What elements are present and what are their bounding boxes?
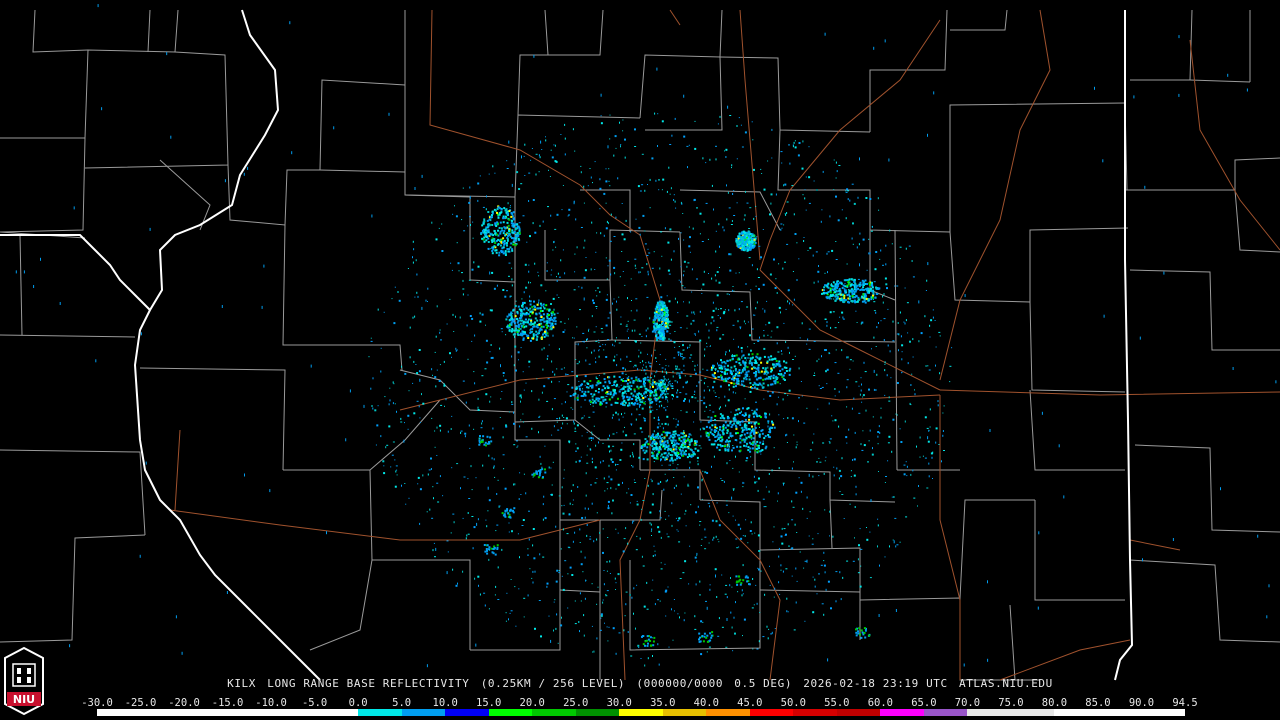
scale-swatch bbox=[619, 709, 663, 716]
product-code: (000000/0000 bbox=[636, 677, 724, 690]
scale-label: 90.0 bbox=[1128, 697, 1155, 709]
product-name: LONG RANGE BASE REFLECTIVITY bbox=[267, 677, 470, 690]
scale-label: 30.0 bbox=[606, 697, 632, 709]
radar-site-marker bbox=[658, 383, 662, 387]
site-url: ATLAS.NIU.EDU bbox=[958, 677, 1053, 690]
scale-swatch bbox=[706, 709, 750, 716]
scale-label: 94.5 bbox=[1172, 697, 1198, 709]
scale-swatch bbox=[923, 709, 968, 716]
niu-logo-text: NIU bbox=[13, 693, 35, 706]
scale-swatch bbox=[1054, 709, 1098, 716]
scale-label: 80.0 bbox=[1041, 697, 1068, 709]
radar-map bbox=[0, 0, 1280, 720]
scale-label: -15.0 bbox=[211, 697, 244, 709]
scale-swatch bbox=[97, 709, 141, 716]
scale-label: 10.0 bbox=[432, 697, 458, 709]
scale-swatch bbox=[836, 709, 881, 716]
scan-datetime: 2026-02-18 23:19 UTC bbox=[803, 677, 948, 690]
scale-label: 65.0 bbox=[911, 697, 937, 709]
scale-swatch bbox=[1141, 709, 1185, 716]
scale-swatch bbox=[140, 709, 185, 716]
color-scale-bar bbox=[97, 709, 1185, 716]
scale-swatch bbox=[532, 709, 576, 716]
scale-swatch bbox=[1010, 709, 1055, 716]
scale-swatch bbox=[488, 709, 533, 716]
scale-swatch bbox=[227, 709, 272, 716]
scale-label: 70.0 bbox=[954, 697, 981, 709]
station-id: KILX bbox=[227, 677, 256, 690]
scale-label: 0.0 bbox=[348, 697, 368, 709]
scale-label: 75.0 bbox=[998, 697, 1024, 709]
scale-label: 35.0 bbox=[650, 697, 676, 709]
scale-label: 5.0 bbox=[392, 697, 412, 709]
scale-label: -20.0 bbox=[168, 697, 200, 709]
scale-label: 20.0 bbox=[519, 697, 545, 709]
product-caption: KILX LONG RANGE BASE REFLECTIVITY (0.25K… bbox=[0, 677, 1280, 690]
scale-label: -25.0 bbox=[124, 697, 157, 709]
elevation-angle: 0.5 DEG) bbox=[734, 677, 793, 690]
scale-label: -10.0 bbox=[255, 697, 287, 709]
scale-label: 55.0 bbox=[824, 697, 850, 709]
scale-label: 50.0 bbox=[780, 697, 806, 709]
scale-swatch bbox=[184, 709, 228, 716]
scale-swatch bbox=[358, 709, 402, 716]
scale-swatch bbox=[662, 709, 707, 716]
scale-label: 45.0 bbox=[737, 697, 763, 709]
scale-swatch bbox=[271, 709, 315, 716]
resolution: (0.25KM / 256 LEVEL) bbox=[480, 677, 626, 690]
scale-swatch bbox=[401, 709, 446, 716]
scale-swatch bbox=[445, 709, 489, 716]
scale-swatch bbox=[749, 709, 794, 716]
scale-label: 40.0 bbox=[693, 697, 719, 709]
scale-label: -30.0 bbox=[81, 697, 113, 709]
scale-label: 60.0 bbox=[867, 697, 894, 709]
scale-swatch bbox=[880, 709, 924, 716]
scale-swatch bbox=[1097, 709, 1142, 716]
scale-swatch bbox=[967, 709, 1011, 716]
scale-label: -5.0 bbox=[301, 697, 328, 709]
color-scale-labels: -30.0 -25.0 -20.0 -15.0 -10.0 -5.0 0.0 5.0 10.0 1… bbox=[81, 697, 1198, 709]
scale-swatch bbox=[575, 709, 620, 716]
scale-label: 25.0 bbox=[563, 697, 589, 709]
scale-swatch bbox=[314, 709, 359, 716]
scale-label: 85.0 bbox=[1085, 697, 1111, 709]
scale-label: 15.0 bbox=[476, 697, 502, 709]
scale-swatch bbox=[793, 709, 837, 716]
